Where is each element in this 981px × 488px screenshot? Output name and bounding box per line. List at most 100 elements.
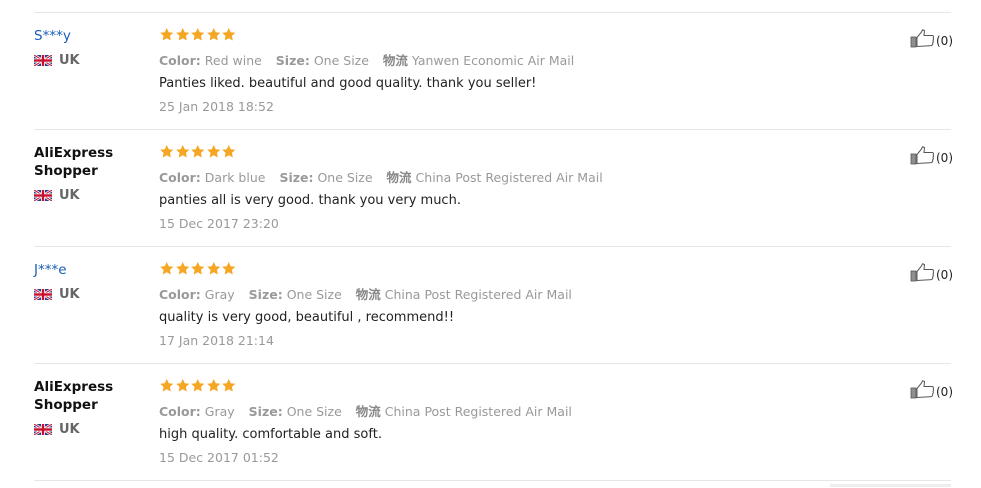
author-country: UK bbox=[34, 188, 144, 203]
size-info: Size: One Size bbox=[276, 53, 369, 68]
thumbs-up-icon bbox=[910, 263, 935, 282]
thumbs-up-icon bbox=[910, 146, 935, 165]
review-text: panties all is very good. thank you very… bbox=[159, 193, 461, 208]
pagination-bar bbox=[830, 484, 951, 487]
thumbs-up-icon bbox=[910, 380, 935, 399]
review-content: Color: Red wine Size: One Size 物流 Yanwen… bbox=[159, 27, 859, 114]
star-icon bbox=[191, 261, 205, 275]
star-icon bbox=[206, 378, 220, 392]
review-author: S***y UK bbox=[34, 27, 144, 68]
size-value: One Size bbox=[313, 53, 369, 68]
star-icon bbox=[222, 378, 236, 392]
review-author: J***e UK bbox=[34, 261, 144, 302]
star-icon bbox=[222, 261, 236, 275]
shipping-value: China Post Registered Air Mail bbox=[415, 170, 603, 185]
star-rating bbox=[159, 261, 859, 278]
review-date: 17 Jan 2018 21:14 bbox=[159, 333, 274, 348]
star-icon bbox=[222, 144, 236, 158]
size-info: Size: One Size bbox=[279, 170, 372, 185]
review-content: Color: Gray Size: One Size 物流 China Post… bbox=[159, 378, 859, 465]
size-info: Size: One Size bbox=[249, 287, 342, 302]
star-rating bbox=[159, 144, 859, 161]
country-code: UK bbox=[59, 287, 80, 302]
author-name: AliExpress Shopper bbox=[34, 379, 114, 413]
review-item: J***e UK Color: Gray Size: One Size 物流 C… bbox=[0, 247, 981, 364]
star-icon bbox=[160, 261, 174, 275]
star-icon bbox=[175, 144, 189, 158]
helpful-count: (0) bbox=[936, 34, 953, 48]
shipping-label: 物流 bbox=[355, 404, 381, 419]
author-name: AliExpress Shopper bbox=[34, 145, 114, 179]
star-icon bbox=[206, 144, 220, 158]
helpful-button[interactable]: (0) bbox=[910, 380, 953, 399]
star-icon bbox=[160, 27, 174, 41]
uk-flag-icon bbox=[34, 424, 52, 435]
color-info: Color: Dark blue bbox=[159, 170, 265, 185]
size-label: Size: bbox=[248, 287, 283, 302]
helpful-button[interactable]: (0) bbox=[910, 29, 953, 48]
author-name-link[interactable]: J***e bbox=[34, 261, 144, 279]
star-icon bbox=[160, 378, 174, 392]
star-icon bbox=[191, 378, 205, 392]
size-label: Size: bbox=[279, 170, 314, 185]
color-value: Gray bbox=[204, 404, 235, 419]
review-date: 25 Jan 2018 18:52 bbox=[159, 99, 274, 114]
star-icon bbox=[191, 27, 205, 41]
star-icon bbox=[175, 27, 189, 41]
shipping-label: 物流 bbox=[382, 53, 408, 68]
thumbs-up-icon bbox=[910, 29, 935, 48]
review-content: Color: Gray Size: One Size 物流 China Post… bbox=[159, 261, 859, 348]
review-date: 15 Dec 2017 23:20 bbox=[159, 216, 279, 231]
star-icon bbox=[206, 261, 220, 275]
review-date: 15 Dec 2017 01:52 bbox=[159, 450, 279, 465]
review-text: high quality. comfortable and soft. bbox=[159, 427, 382, 442]
divider bbox=[34, 480, 951, 481]
shipping-value: China Post Registered Air Mail bbox=[384, 404, 572, 419]
review-text: Panties liked. beautiful and good qualit… bbox=[159, 76, 537, 91]
star-icon bbox=[175, 378, 189, 392]
shipping-info: 物流 China Post Registered Air Mail bbox=[356, 287, 572, 302]
review-author: AliExpress Shopper UK bbox=[34, 144, 144, 203]
uk-flag-icon bbox=[34, 289, 52, 300]
review-content: Color: Dark blue Size: One Size 物流 China… bbox=[159, 144, 859, 231]
size-info: Size: One Size bbox=[249, 404, 342, 419]
color-info: Color: Red wine bbox=[159, 53, 262, 68]
order-info: Color: Gray Size: One Size 物流 China Post… bbox=[159, 284, 859, 303]
country-code: UK bbox=[59, 188, 80, 203]
author-country: UK bbox=[34, 422, 144, 437]
author-name-link[interactable]: S***y bbox=[34, 27, 144, 45]
size-value: One Size bbox=[317, 170, 373, 185]
review-item: S***y UK Color: Red wine Size: One Size … bbox=[0, 13, 981, 130]
uk-flag-icon bbox=[34, 190, 52, 201]
order-info: Color: Dark blue Size: One Size 物流 China… bbox=[159, 167, 859, 186]
shipping-info: 物流 China Post Registered Air Mail bbox=[387, 170, 603, 185]
star-icon bbox=[191, 144, 205, 158]
helpful-button[interactable]: (0) bbox=[910, 146, 953, 165]
star-rating bbox=[159, 27, 859, 44]
star-rating bbox=[159, 378, 859, 395]
order-info: Color: Gray Size: One Size 物流 China Post… bbox=[159, 401, 859, 420]
color-label: Color: bbox=[159, 404, 201, 419]
shipping-label: 物流 bbox=[355, 287, 381, 302]
uk-flag-icon bbox=[34, 55, 52, 66]
country-code: UK bbox=[59, 422, 80, 437]
review-item: AliExpress Shopper UK bbox=[0, 364, 981, 481]
star-icon bbox=[222, 27, 236, 41]
helpful-button[interactable]: (0) bbox=[910, 263, 953, 282]
color-value: Gray bbox=[204, 287, 235, 302]
color-label: Color: bbox=[159, 287, 201, 302]
helpful-count: (0) bbox=[936, 268, 953, 282]
shipping-label: 物流 bbox=[386, 170, 412, 185]
color-info: Color: Gray bbox=[159, 287, 235, 302]
review-item: AliExpress Shopper UK bbox=[0, 130, 981, 247]
color-info: Color: Gray bbox=[159, 404, 235, 419]
size-label: Size: bbox=[248, 404, 283, 419]
helpful-count: (0) bbox=[936, 151, 953, 165]
helpful-count: (0) bbox=[936, 385, 953, 399]
author-country: UK bbox=[34, 287, 144, 302]
shipping-value: China Post Registered Air Mail bbox=[384, 287, 572, 302]
size-value: One Size bbox=[286, 287, 342, 302]
size-value: One Size bbox=[286, 404, 342, 419]
star-icon bbox=[175, 261, 189, 275]
order-info: Color: Red wine Size: One Size 物流 Yanwen… bbox=[159, 50, 859, 69]
